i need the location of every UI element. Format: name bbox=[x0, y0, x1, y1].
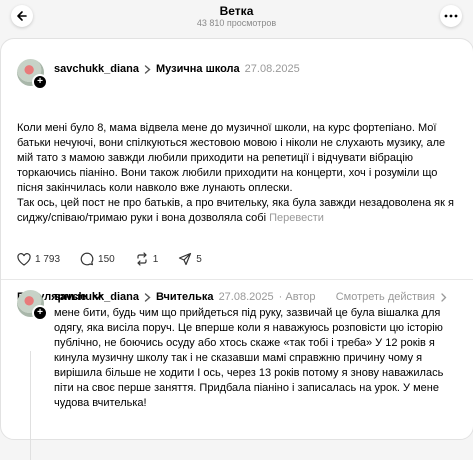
post-meta: savchukk_diana Музична школа 27.08.2025 bbox=[54, 63, 300, 75]
post-paragraph-2: Так ось, цей пост не про батьків, а про … bbox=[17, 196, 457, 226]
view-activity-label: Смотреть действия bbox=[335, 291, 435, 303]
reply-date: 27.08.2025 bbox=[218, 291, 274, 303]
chevron-right-icon bbox=[144, 292, 151, 302]
heart-icon bbox=[17, 252, 31, 266]
reply-body: мене бити, будь чим що прийдеться під ру… bbox=[54, 307, 444, 409]
reply-topic[interactable]: Вчителька bbox=[156, 291, 214, 303]
repost-button[interactable]: 1 bbox=[135, 252, 159, 266]
post-username[interactable]: savchukk_diana bbox=[54, 63, 139, 75]
thread-card: + savchukk_diana Музична школа 27.08.202… bbox=[0, 38, 473, 460]
follow-plus-icon[interactable]: + bbox=[32, 74, 48, 90]
reply-meta: savchukk_diana Вчителька 27.08.2025 · Ав… bbox=[54, 291, 315, 303]
post-paragraph-1: Коли мені було 8, мама відвела мене до м… bbox=[17, 122, 446, 194]
author-badge: · Автор bbox=[278, 291, 316, 303]
views-count: 43 810 просмотров bbox=[196, 18, 277, 28]
view-activity-link[interactable]: Смотреть действия bbox=[336, 291, 447, 303]
avatar[interactable]: + bbox=[17, 59, 48, 90]
reply-avatar[interactable]: + bbox=[17, 290, 48, 321]
comment-icon bbox=[80, 252, 94, 266]
more-options-button[interactable] bbox=[440, 5, 462, 27]
reply-thread-line bbox=[30, 351, 31, 460]
post-date: 27.08.2025 bbox=[244, 63, 300, 75]
reposts-count: 1 bbox=[152, 253, 159, 265]
post-paragraph-2-text: Так ось, цей пост не про батьків, а про … bbox=[17, 197, 454, 224]
post-actions: 1 793 150 1 5 bbox=[17, 252, 222, 266]
post-topic[interactable]: Музична школа bbox=[156, 63, 240, 75]
translate-link[interactable]: Перевести bbox=[269, 212, 324, 224]
share-button[interactable]: 5 bbox=[178, 252, 202, 266]
comments-count: 150 bbox=[98, 253, 115, 265]
top-bar: Ветка 43 810 просмотров bbox=[0, 0, 473, 38]
shares-count: 5 bbox=[196, 253, 202, 265]
author-tag: Автор bbox=[285, 291, 316, 303]
post-body: Коли мені було 8, мама відвела мене до м… bbox=[17, 121, 457, 226]
share-icon bbox=[179, 252, 192, 266]
likes-count: 1 793 bbox=[35, 253, 61, 265]
repost-icon bbox=[137, 252, 147, 266]
reply-username[interactable]: savchukk_diana bbox=[54, 291, 139, 303]
divider bbox=[1, 279, 473, 280]
like-button[interactable]: 1 793 bbox=[17, 252, 61, 266]
comment-button[interactable]: 150 bbox=[80, 252, 115, 266]
follow-plus-icon[interactable]: + bbox=[32, 305, 48, 321]
chevron-right-icon bbox=[144, 64, 151, 74]
more-icon bbox=[444, 14, 458, 18]
page-title: Ветка bbox=[219, 4, 254, 18]
chevron-right-icon bbox=[441, 292, 447, 302]
